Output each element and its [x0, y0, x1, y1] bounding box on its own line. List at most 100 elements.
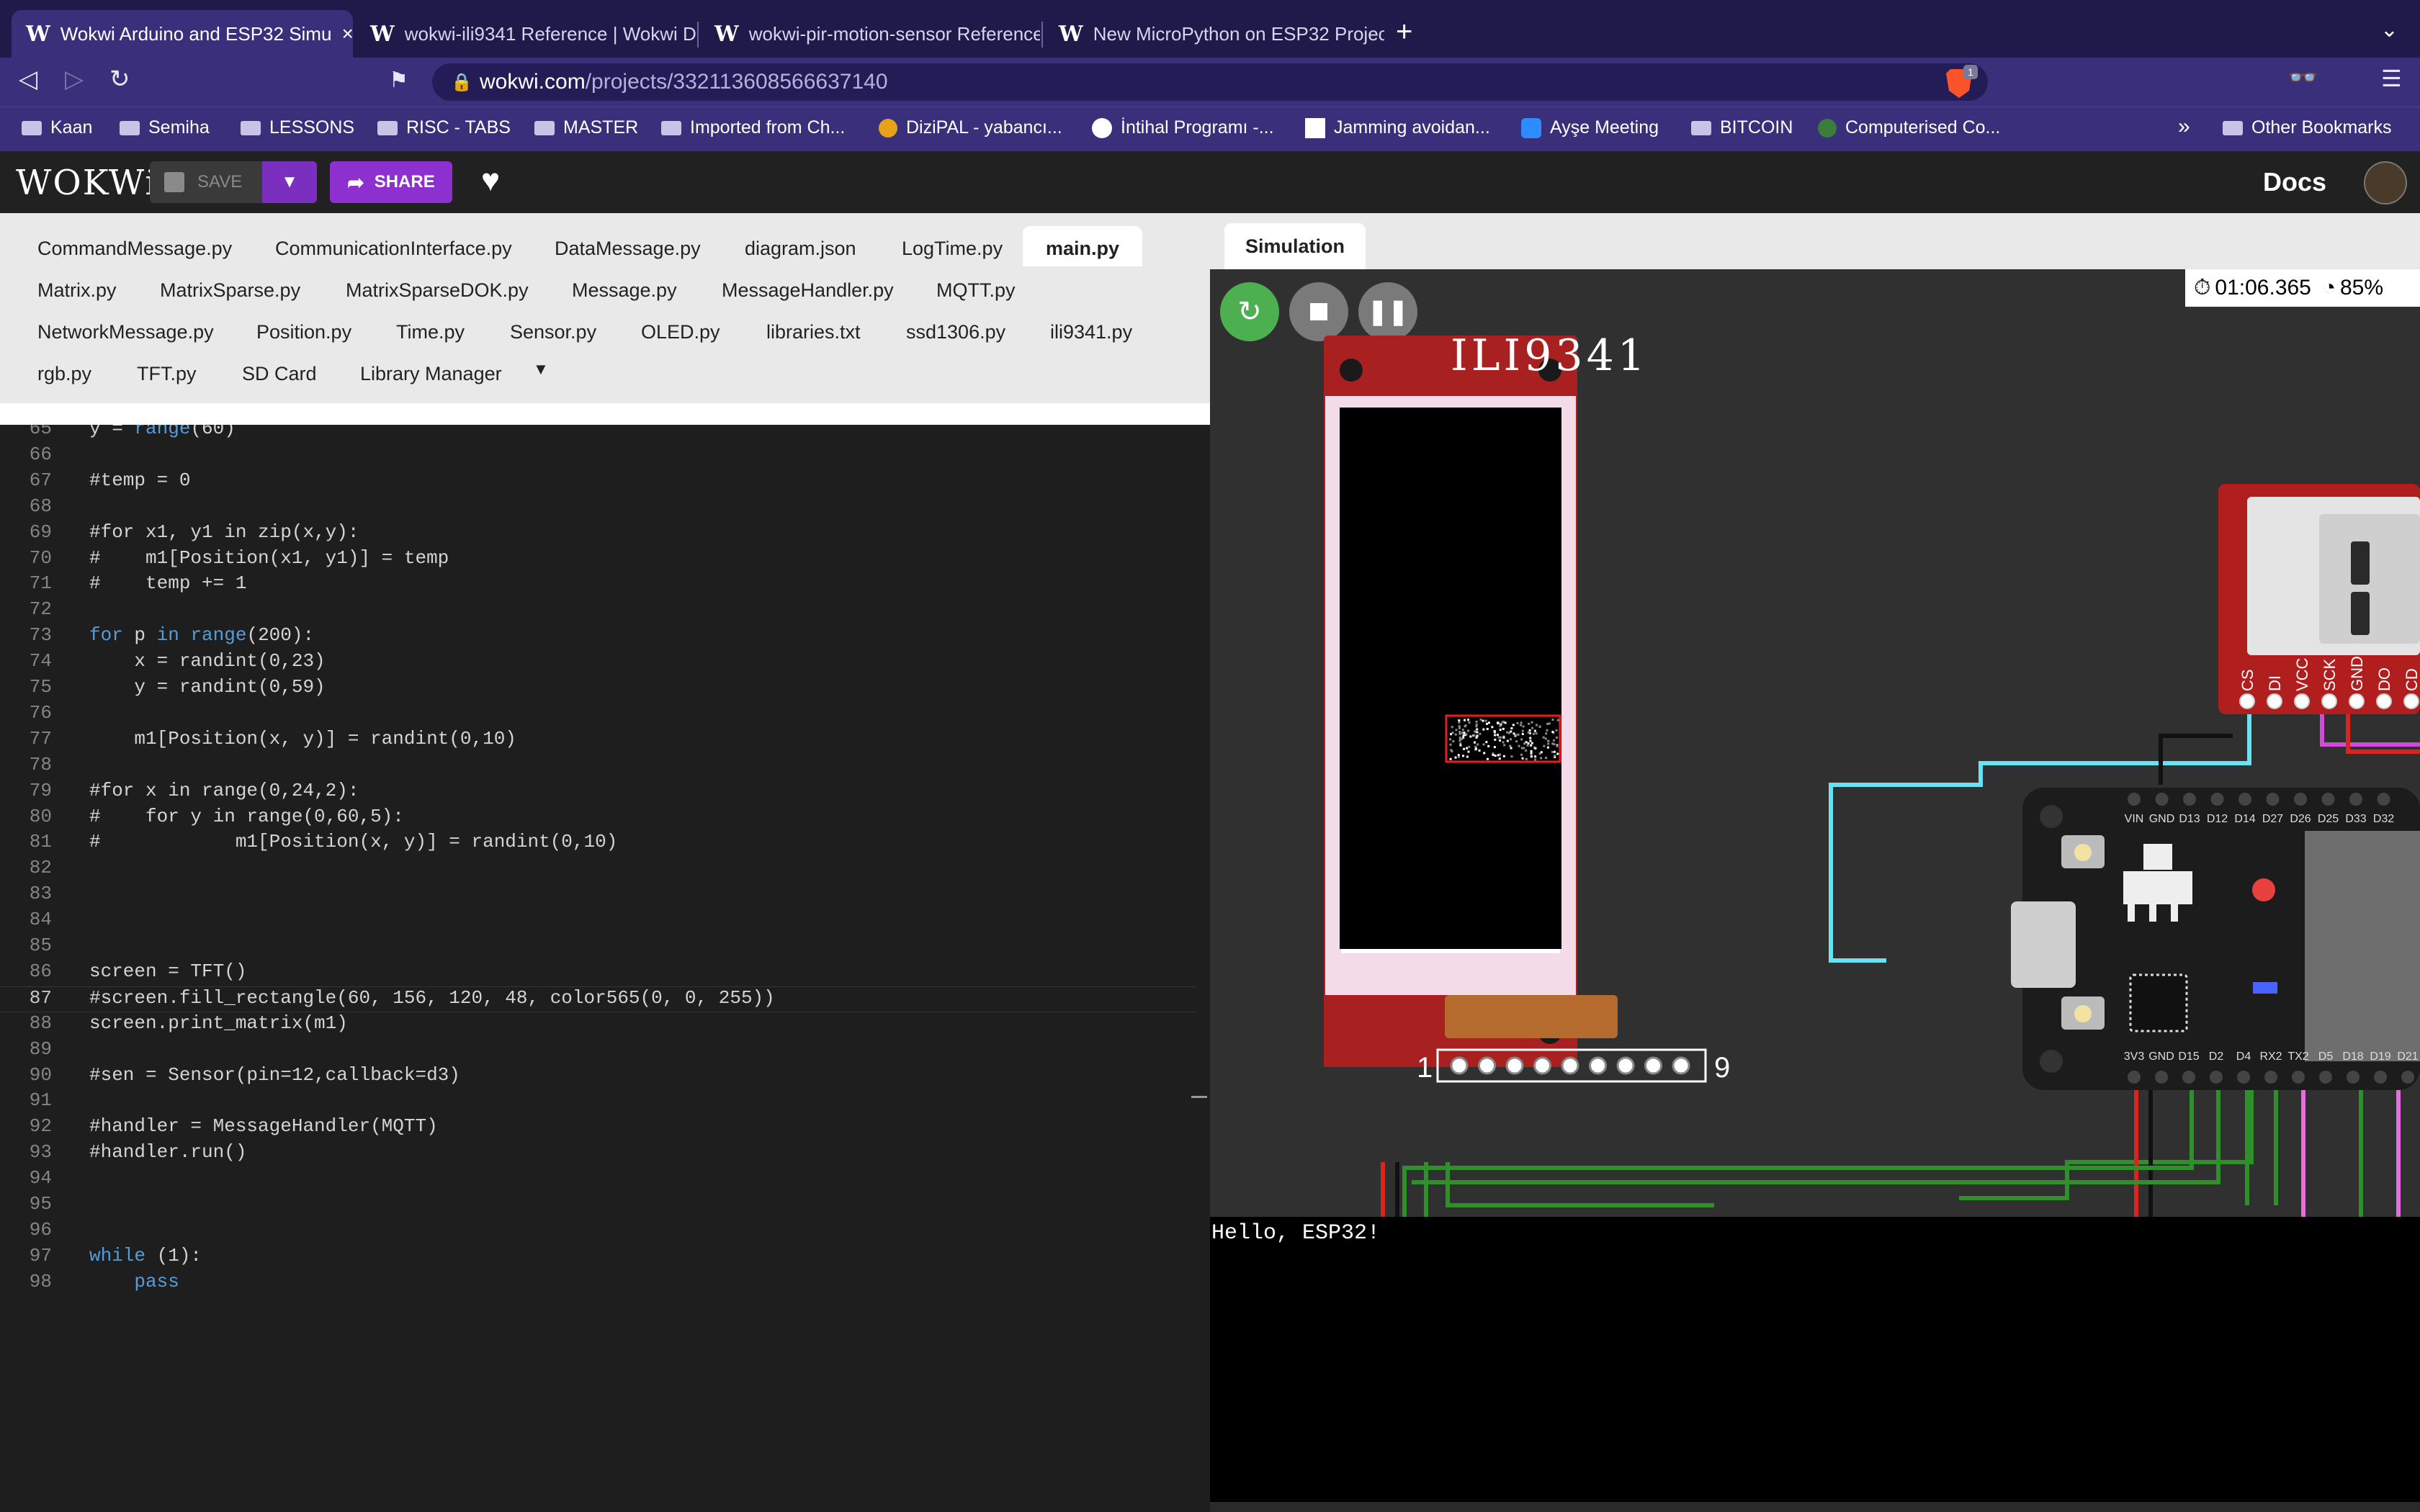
- new-tab-button[interactable]: +: [1396, 16, 1412, 48]
- bookmark-item[interactable]: BITCOIN: [1691, 117, 1793, 138]
- bookmark-page-icon[interactable]: ⚑: [389, 68, 408, 93]
- code-line[interactable]: 69 #for x1, y1 in zip(x,y):: [0, 521, 1196, 547]
- code-line[interactable]: 67 #temp = 0: [0, 469, 1196, 495]
- code-line[interactable]: 81 # m1[Position(x, y)] = randint(0,10): [0, 831, 1196, 857]
- file-tab[interactable]: DataMessage.py: [544, 232, 711, 266]
- code-line[interactable]: 94: [0, 1167, 1196, 1193]
- docs-link[interactable]: Docs: [2263, 167, 2326, 197]
- file-tab[interactable]: Message.py: [562, 274, 687, 307]
- file-tabs-menu-chevron-icon[interactable]: ▼: [523, 354, 559, 384]
- file-tab[interactable]: LogTime.py: [892, 232, 1013, 266]
- code-line[interactable]: 87 #screen.fill_rectangle(60, 156, 120, 4…: [0, 986, 1196, 1012]
- file-tab[interactable]: MatrixSparse.py: [150, 274, 310, 307]
- bookmark-item[interactable]: Jamming avoidan...: [1305, 117, 1490, 138]
- code-line[interactable]: 70 # m1[Position(x1, y1)] = temp: [0, 547, 1196, 573]
- code-line[interactable]: 91: [0, 1089, 1196, 1115]
- code-line[interactable]: 80 # for y in range(0,60,5):: [0, 806, 1196, 832]
- other-bookmarks[interactable]: Other Bookmarks: [2223, 117, 2392, 138]
- bookmark-item[interactable]: LESSONS: [241, 117, 354, 138]
- file-tab[interactable]: Library Manager: [350, 357, 512, 391]
- editor-scroll-marker[interactable]: [1191, 1096, 1207, 1098]
- bookmark-item[interactable]: RISC - TABS: [377, 117, 511, 138]
- browser-tab-wokwi[interactable]: W Wokwi Arduino and ESP32 Simu ×: [12, 10, 353, 58]
- file-tab[interactable]: libraries.txt: [756, 315, 871, 349]
- bookmark-item[interactable]: Semiha: [120, 117, 210, 138]
- reload-icon[interactable]: ↻: [109, 65, 130, 94]
- code-line[interactable]: 85: [0, 935, 1196, 960]
- url-field[interactable]: 🔒 wokwi.com /projects/332113608566637140: [432, 63, 1988, 101]
- file-tab[interactable]: ssd1306.py: [896, 315, 1016, 349]
- browser-menu-icon[interactable]: ☰: [2381, 65, 2402, 92]
- code-line[interactable]: 90 #sen = Sensor(pin=12,callback=d3): [0, 1064, 1196, 1090]
- browser-tab-pir-ref[interactable]: W wokwi-pir-motion-sensor Reference: [700, 10, 1040, 58]
- code-line[interactable]: 71 # temp += 1: [0, 572, 1196, 598]
- file-tab[interactable]: Position.py: [246, 315, 362, 349]
- code-line[interactable]: 74 x = randint(0,23): [0, 650, 1196, 676]
- tab-search-chevron-icon[interactable]: ⌄: [2380, 17, 2398, 42]
- code-line[interactable]: 82: [0, 857, 1196, 883]
- file-tab[interactable]: OLED.py: [631, 315, 730, 349]
- file-tab[interactable]: MQTT.py: [926, 274, 1026, 307]
- code-line[interactable]: 65 y = range(60): [0, 425, 1196, 444]
- heart-icon[interactable]: ♥: [481, 163, 500, 199]
- code-line[interactable]: 73 for p in range(200):: [0, 624, 1196, 650]
- code-line[interactable]: 88 screen.print_matrix(m1): [0, 1012, 1196, 1038]
- file-tab[interactable]: MatrixSparseDOK.py: [336, 274, 539, 307]
- private-glasses-icon[interactable]: 👓: [2287, 63, 2318, 92]
- avatar[interactable]: [2364, 161, 2407, 204]
- file-tab[interactable]: CommandMessage.py: [27, 232, 242, 266]
- file-tab[interactable]: MessageHandler.py: [712, 274, 904, 307]
- wokwi-logo[interactable]: WOKWi: [16, 163, 158, 203]
- tab-simulation[interactable]: Simulation: [1224, 223, 1366, 269]
- file-tab[interactable]: Matrix.py: [27, 274, 127, 307]
- code-line[interactable]: 72: [0, 598, 1196, 624]
- file-tab[interactable]: rgb.py: [27, 357, 102, 391]
- code-line[interactable]: 84: [0, 909, 1196, 935]
- code-line[interactable]: 95: [0, 1193, 1196, 1219]
- browser-tab-micropython[interactable]: W New MicroPython on ESP32 Project: [1044, 10, 1384, 58]
- serial-monitor[interactable]: Hello, ESP32!: [1210, 1217, 2420, 1512]
- close-tab-icon[interactable]: ×: [331, 22, 353, 45]
- save-button[interactable]: SAVE ▼: [150, 161, 317, 203]
- code-line[interactable]: 96: [0, 1219, 1196, 1245]
- bookmark-item[interactable]: Computerised Co...: [1818, 117, 2000, 138]
- file-tab[interactable]: TFT.py: [127, 357, 207, 391]
- code-editor[interactable]: 65 y = range(60) 66 67 #temp = 0 68 69 #for x1,…: [0, 425, 1210, 1512]
- code-line[interactable]: 66: [0, 444, 1196, 469]
- file-tab[interactable]: ili9341.py: [1040, 315, 1142, 349]
- circuit-diagram[interactable]: ILI9341 1 9 CS DI VCC SCK GND DO CD VIN …: [1210, 269, 2420, 1217]
- more-bookmarks-chevron-icon[interactable]: »: [2178, 114, 2190, 139]
- code-line[interactable]: 98 pass: [0, 1271, 1196, 1297]
- code-line[interactable]: 76: [0, 702, 1196, 728]
- bookmark-item[interactable]: Kaan: [22, 117, 92, 138]
- code-line[interactable]: 93 #handler.run(): [0, 1141, 1196, 1167]
- code-line[interactable]: 78: [0, 754, 1196, 780]
- bookmark-item[interactable]: Ayşe Meeting: [1521, 117, 1659, 138]
- file-tab-main-py[interactable]: main.py: [1023, 226, 1142, 266]
- forward-icon[interactable]: ▷: [65, 65, 84, 94]
- simulation-canvas[interactable]: ↻ ❚❚ ⏱ 01:06.365 ◔ 85% ILI9341 1 9 CS DI…: [1210, 269, 2420, 1217]
- bookmark-item[interactable]: Imported from Ch...: [661, 117, 845, 138]
- browser-tab-ili9341-ref[interactable]: W wokwi-ili9341 Reference | Wokwi Do: [356, 10, 696, 58]
- file-tab[interactable]: Sensor.py: [500, 315, 606, 349]
- code-line[interactable]: 79 #for x in range(0,24,2):: [0, 780, 1196, 806]
- save-dropdown-chevron-icon[interactable]: ▼: [262, 161, 317, 203]
- bookmark-item[interactable]: DiziPAL - yabancı...: [879, 117, 1062, 138]
- code-line[interactable]: 68: [0, 495, 1196, 521]
- serial-scrollbar[interactable]: [1210, 1502, 2420, 1512]
- file-tab[interactable]: Time.py: [386, 315, 475, 349]
- file-tab[interactable]: CommunicationInterface.py: [265, 232, 522, 266]
- file-tab[interactable]: diagram.json: [735, 232, 866, 266]
- file-tab[interactable]: SD Card: [232, 357, 327, 391]
- code-line[interactable]: 86 screen = TFT(): [0, 960, 1196, 986]
- bookmark-item[interactable]: İntihal Programı -...: [1092, 117, 1274, 138]
- code-line[interactable]: 77 m1[Position(x, y)] = randint(0,10): [0, 728, 1196, 754]
- code-line[interactable]: 92 #handler = MessageHandler(MQTT): [0, 1115, 1196, 1141]
- bookmark-item[interactable]: MASTER: [534, 117, 638, 138]
- code-line[interactable]: 89: [0, 1038, 1196, 1064]
- code-line[interactable]: 83: [0, 883, 1196, 909]
- share-button[interactable]: ➦ SHARE: [330, 161, 452, 203]
- code-line[interactable]: 75 y = randint(0,59): [0, 676, 1196, 702]
- brave-shield-icon[interactable]: 1: [1943, 65, 1979, 99]
- back-icon[interactable]: ◁: [19, 65, 37, 94]
